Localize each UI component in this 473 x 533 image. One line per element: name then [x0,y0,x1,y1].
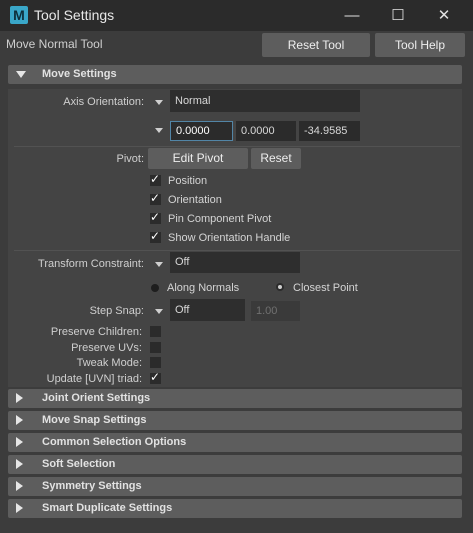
divider [14,250,460,251]
maya-app-icon: M [10,6,28,24]
tweak-mode-checkbox[interactable] [150,357,161,368]
axis-orientation-label: Axis Orientation: [63,96,144,108]
orientation-label: Orientation [168,194,222,206]
move-snap-settings-header[interactable]: Move Snap Settings [8,411,462,430]
axis-orientation-select[interactable]: Normal [170,90,360,112]
vector-dropdown-icon[interactable] [155,128,163,133]
vector-x-field[interactable]: 0.0000 [170,121,233,141]
closest-point-radio[interactable] [276,283,284,291]
maximize-icon[interactable]: ☐ [375,0,421,31]
soft-selection-header[interactable]: Soft Selection [8,455,462,474]
axis-orientation-dropdown-icon[interactable] [155,100,163,105]
transform-constraint-dropdown-icon[interactable] [155,262,163,267]
section-title: Move Snap Settings [42,414,147,426]
common-selection-options-header[interactable]: Common Selection Options [8,433,462,452]
move-settings-header[interactable]: Move Settings [8,65,462,84]
position-label: Position [168,175,208,187]
section-title: Symmetry Settings [42,480,142,492]
vector-y-field[interactable]: 0.0000 [236,121,296,141]
transform-constraint-label: Transform Constraint: [38,258,144,270]
orientation-checkbox[interactable] [150,191,161,205]
step-snap-select[interactable]: Off [170,299,245,321]
position-checkbox[interactable] [150,172,161,186]
step-snap-dropdown-icon[interactable] [155,309,163,314]
update-uvn-triad-label: Update [UVN] triad: [46,373,142,385]
update-uvn-triad-checkbox[interactable] [150,370,161,384]
along-normals-radio[interactable] [151,284,159,292]
preserve-uvs-checkbox[interactable] [150,342,161,353]
joint-orient-settings-header[interactable]: Joint Orient Settings [8,389,462,408]
pivot-label: Pivot: [116,153,144,165]
reset-pivot-button[interactable]: Reset [251,148,301,169]
pin-component-pivot-checkbox[interactable] [150,210,161,224]
section-title: Move Settings [42,68,117,80]
along-normals-label: Along Normals [167,282,240,294]
step-snap-amount-field[interactable]: 1.00 [251,301,300,321]
preserve-children-label: Preserve Children: [50,326,142,338]
window-title: Tool Settings [34,7,115,23]
expand-arrow-icon [16,437,23,447]
tool-help-button[interactable]: Tool Help [375,33,465,57]
divider [14,146,460,147]
tweak-mode-label: Tweak Mode: [76,357,142,369]
close-icon[interactable]: ✕ [421,0,467,31]
show-orientation-handle-checkbox[interactable] [150,229,161,243]
section-title: Smart Duplicate Settings [42,502,173,514]
tool-name: Move Normal Tool [6,37,103,51]
closest-point-label: Closest Point [293,282,358,294]
collapse-arrow-icon [16,71,26,78]
section-title: Joint Orient Settings [42,392,151,404]
expand-arrow-icon [16,503,23,513]
minimize-icon[interactable]: — [329,0,375,31]
expand-arrow-icon [16,415,23,425]
expand-arrow-icon [16,459,23,469]
vector-z-field[interactable]: -34.9585 [299,121,360,141]
pin-component-pivot-label: Pin Component Pivot [168,213,272,225]
expand-arrow-icon [16,481,23,491]
transform-constraint-select[interactable]: Off [170,252,300,273]
expand-arrow-icon [16,393,23,403]
smart-duplicate-settings-header[interactable]: Smart Duplicate Settings [8,499,462,518]
step-snap-label: Step Snap: [89,305,144,317]
preserve-children-checkbox[interactable] [150,326,161,337]
section-title: Common Selection Options [42,436,187,448]
show-orientation-handle-label: Show Orientation Handle [168,232,291,244]
preserve-uvs-label: Preserve UVs: [71,342,142,354]
symmetry-settings-header[interactable]: Symmetry Settings [8,477,462,496]
edit-pivot-button[interactable]: Edit Pivot [148,148,248,169]
reset-tool-button[interactable]: Reset Tool [262,33,370,57]
section-title: Soft Selection [42,458,116,470]
